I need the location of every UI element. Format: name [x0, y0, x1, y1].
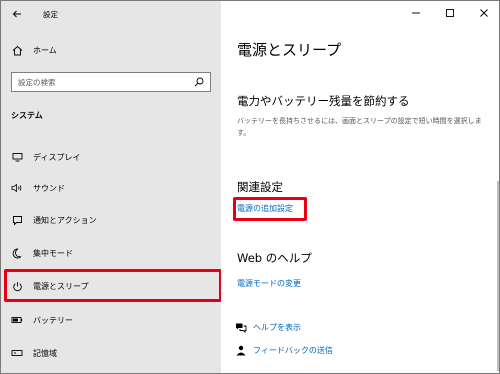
- battery-section-heading: 電力やバッテリー残量を節約する: [237, 94, 410, 108]
- section-label-system: システム: [11, 111, 43, 120]
- battery-icon: [9, 312, 25, 328]
- sidebar-item-label: ディスプレイ: [33, 152, 81, 162]
- scrollbar[interactable]: [497, 181, 499, 371]
- related-settings-heading: 関連設定: [237, 180, 283, 194]
- sidebar-item-label: サウンド: [33, 183, 65, 193]
- search-icon: [194, 77, 204, 87]
- home-icon: [9, 42, 25, 58]
- change-power-mode-link[interactable]: 電源モードの変更: [237, 278, 301, 289]
- sidebar-item-storage[interactable]: 記憶域: [1, 338, 221, 368]
- display-icon: [9, 149, 25, 165]
- close-button[interactable]: [467, 1, 499, 25]
- link-highlight-box: [233, 197, 307, 221]
- moon-icon: [9, 245, 25, 261]
- help-chat-icon: [236, 323, 247, 333]
- sidebar: 設定 ホーム 設定の検索 システム ディスプレイ サウンド 通知とアクション 集…: [1, 1, 222, 373]
- speaker-icon: [9, 180, 25, 196]
- sidebar-item-label: ホーム: [33, 45, 57, 55]
- feedback-icon: [236, 345, 246, 356]
- maximize-button[interactable]: [433, 1, 467, 25]
- sidebar-item-sound[interactable]: サウンド: [1, 173, 221, 203]
- minimize-button[interactable]: [399, 1, 433, 25]
- storage-icon: [9, 345, 25, 361]
- battery-section-description: バッテリーを長持ちさせるには、画面とスリープの設定で短い時間を選択します。: [237, 117, 482, 137]
- search-placeholder: 設定の検索: [18, 77, 56, 87]
- sidebar-item-home[interactable]: ホーム: [1, 35, 221, 65]
- sidebar-item-label: 集中モード: [33, 248, 73, 258]
- get-help-label: ヘルプを表示: [253, 323, 301, 332]
- notification-icon: [9, 212, 25, 228]
- sidebar-item-display[interactable]: ディスプレイ: [1, 142, 221, 172]
- selection-highlight-box: [4, 269, 222, 302]
- title-bar: 設定: [1, 1, 221, 27]
- sidebar-item-focus[interactable]: 集中モード: [1, 238, 221, 268]
- minimize-icon: [412, 12, 420, 14]
- back-arrow-icon: [12, 10, 21, 18]
- window-controls: [399, 1, 499, 25]
- sidebar-item-notifications[interactable]: 通知とアクション: [1, 205, 221, 235]
- send-feedback-label: フィードバックの送信: [253, 346, 333, 355]
- back-button[interactable]: [1, 1, 33, 27]
- search-input[interactable]: 設定の検索: [11, 72, 211, 92]
- sidebar-item-battery[interactable]: バッテリー: [1, 305, 221, 335]
- get-help-link[interactable]: ヘルプを表示: [235, 322, 301, 333]
- send-feedback-link[interactable]: フィードバックの送信: [235, 345, 333, 356]
- web-help-heading: Web のヘルプ: [237, 251, 312, 265]
- window-title: 設定: [43, 9, 58, 19]
- content-pane: 電源とスリープ 電力やバッテリー残量を節約する バッテリーを長持ちさせるには、画…: [221, 1, 499, 373]
- sidebar-item-label: バッテリー: [33, 315, 73, 325]
- maximize-icon: [446, 9, 454, 17]
- close-icon: [480, 9, 488, 17]
- sidebar-item-label: 記憶域: [33, 348, 57, 358]
- sidebar-item-label: 通知とアクション: [33, 215, 97, 225]
- page-title: 電源とスリープ: [237, 41, 342, 59]
- settings-window: 設定 ホーム 設定の検索 システム ディスプレイ サウンド 通知とアクション 集…: [0, 0, 500, 374]
